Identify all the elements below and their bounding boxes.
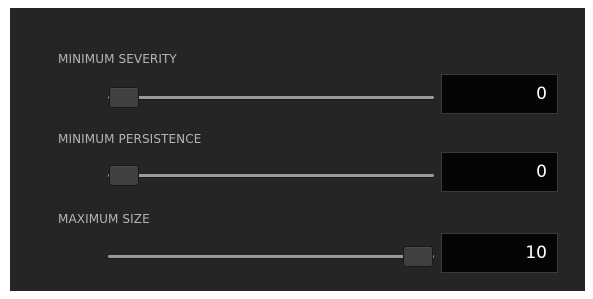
- minimum-severity-label: MINIMUM SEVERITY: [58, 52, 177, 66]
- minimum-severity-slider-handle[interactable]: [109, 87, 139, 108]
- maximum-size-label: MAXIMUM SIZE: [58, 212, 150, 226]
- minimum-severity-slider-track[interactable]: [108, 96, 434, 99]
- maximum-size-value: 10: [525, 243, 547, 263]
- minimum-persistence-slider-handle[interactable]: [109, 165, 139, 186]
- minimum-severity-value-field[interactable]: 0: [441, 74, 558, 114]
- minimum-persistence-value: 0: [536, 162, 547, 182]
- minimum-persistence-row: MINIMUM PERSISTENCE 0: [10, 132, 585, 212]
- filter-settings-panel: MINIMUM SEVERITY 0 MINIMUM PERSISTENCE 0…: [10, 8, 585, 291]
- maximum-size-slider-track[interactable]: [108, 255, 434, 258]
- maximum-size-row: MAXIMUM SIZE 10: [10, 212, 585, 292]
- minimum-severity-row: MINIMUM SEVERITY 0: [10, 52, 585, 132]
- minimum-persistence-slider-track[interactable]: [108, 174, 434, 177]
- maximum-size-value-field[interactable]: 10: [441, 233, 558, 273]
- minimum-severity-value: 0: [536, 84, 547, 104]
- minimum-persistence-label: MINIMUM PERSISTENCE: [58, 132, 202, 146]
- minimum-persistence-value-field[interactable]: 0: [441, 152, 558, 192]
- maximum-size-slider-handle[interactable]: [403, 246, 433, 267]
